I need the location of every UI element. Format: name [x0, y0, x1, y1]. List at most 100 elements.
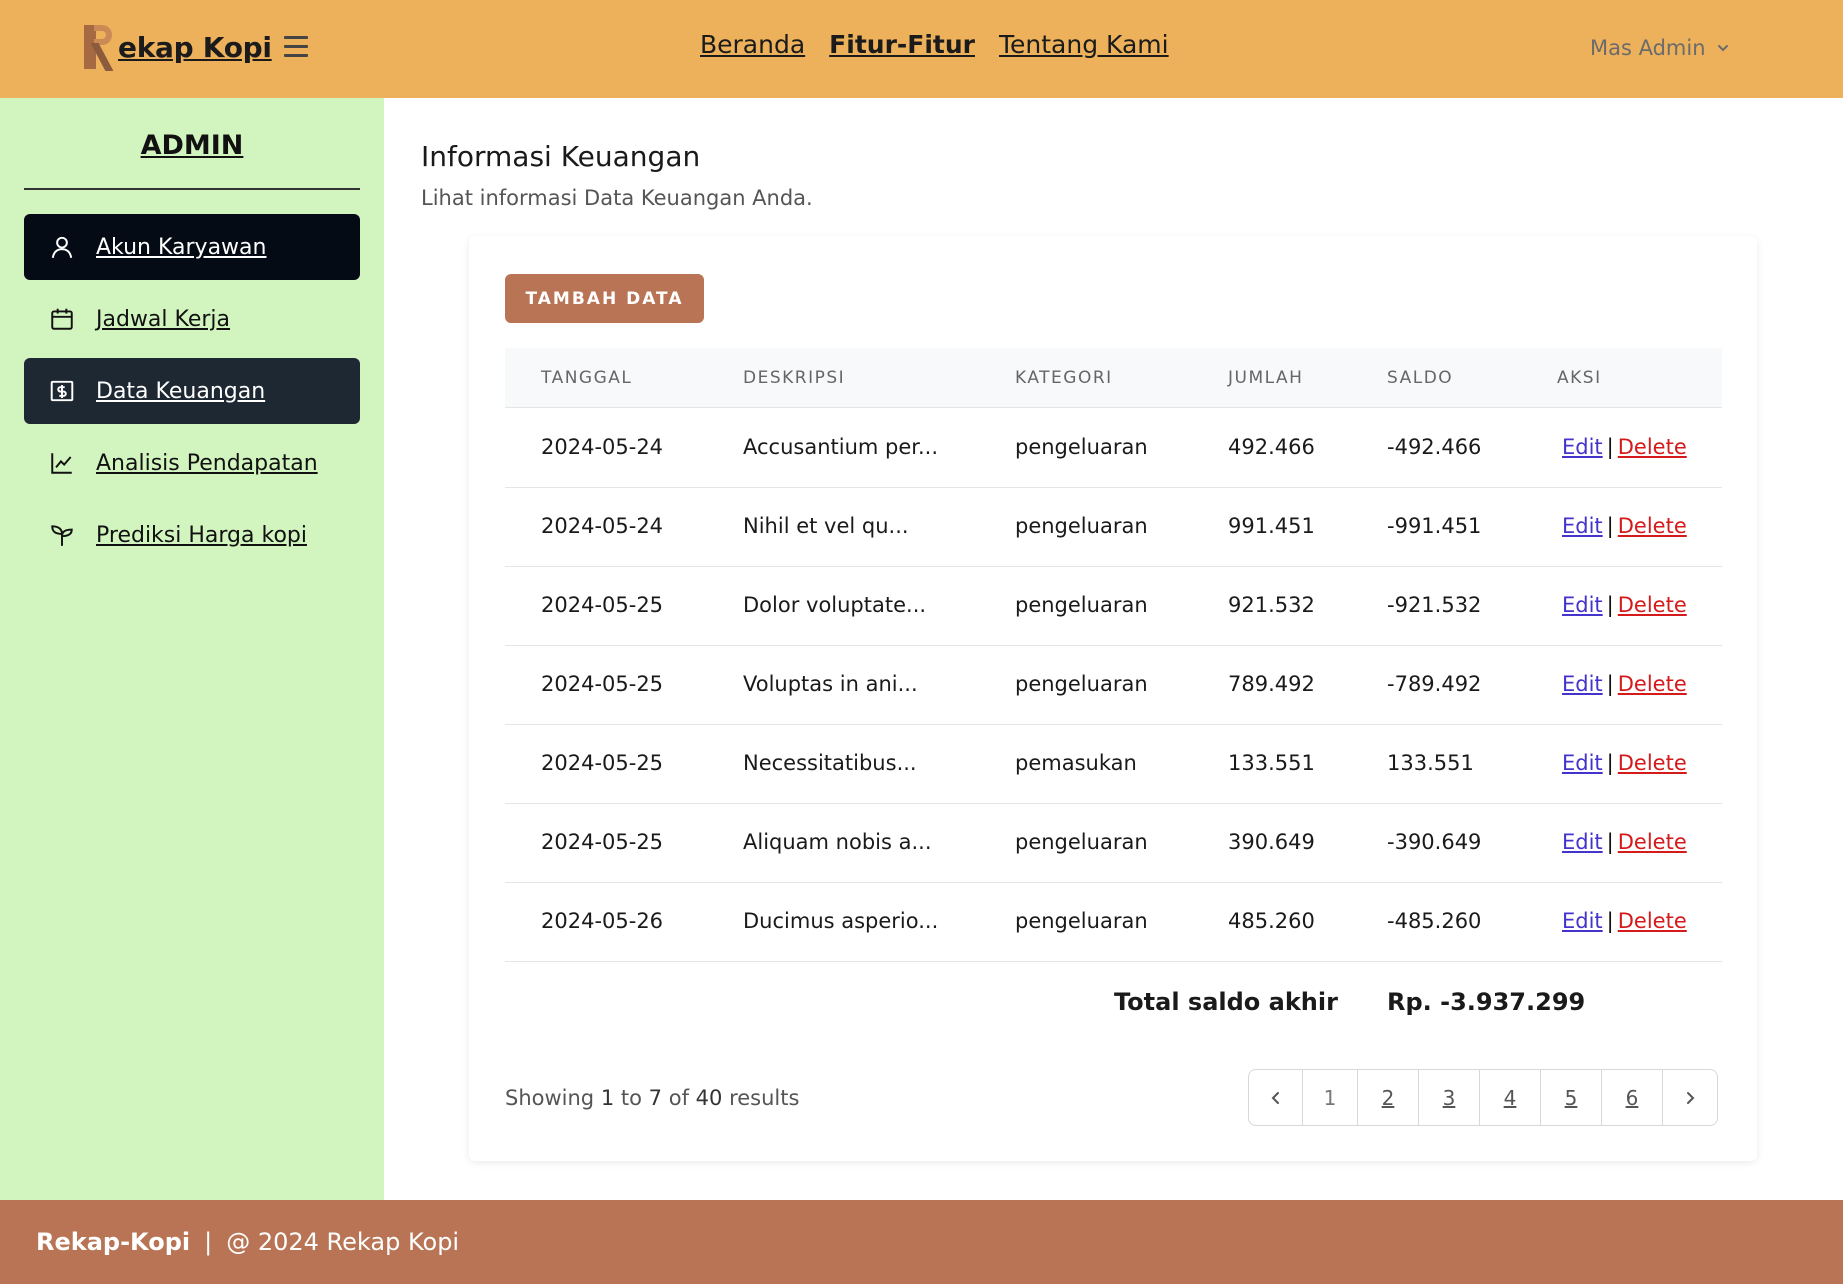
brand-logo-link[interactable]: ekap Kopi	[82, 22, 272, 72]
chevron-right-icon	[1687, 1091, 1695, 1104]
cell-tanggal: 2024-05-24	[541, 435, 664, 459]
cell-deskripsi: Accusantium per...	[743, 435, 939, 459]
cell-deskripsi: Necessitatibus...	[743, 751, 917, 775]
edit-link[interactable]: Edit	[1562, 751, 1603, 775]
sidebar-divider	[24, 188, 360, 190]
page-5-button[interactable]: 5	[1541, 1070, 1602, 1125]
cell-tanggal: 2024-05-26	[541, 909, 664, 933]
cell-tanggal: 2024-05-25	[541, 672, 664, 696]
action-separator: |	[1606, 435, 1614, 459]
user-menu-dropdown[interactable]: Mas Admin	[1590, 36, 1730, 60]
page-4-button[interactable]: 4	[1480, 1070, 1541, 1125]
sidebar-item-data-keuangan[interactable]: Data Keuangan	[24, 358, 360, 424]
cell-kategori: pengeluaran	[1015, 435, 1148, 459]
page-6-button[interactable]: 6	[1602, 1070, 1663, 1125]
table-row: 2024-05-24 Nihil et vel qu... pengeluara…	[505, 488, 1722, 567]
cell-deskripsi: Voluptas in ani...	[743, 672, 918, 696]
pagination-summary: Showing 1 to 7 of 40 results	[505, 1086, 799, 1110]
page-1-button[interactable]: 1	[1303, 1070, 1358, 1125]
page-2-button[interactable]: 2	[1358, 1070, 1419, 1125]
sidebar-item-label: Prediksi Harga kopi	[96, 522, 307, 548]
delete-link[interactable]: Delete	[1618, 909, 1687, 933]
next-page-button[interactable]	[1663, 1070, 1717, 1125]
action-separator: |	[1606, 751, 1614, 775]
table-row: 2024-05-24 Accusantium per... pengeluara…	[505, 409, 1722, 488]
column-header-kategori: KATEGORI	[1015, 368, 1113, 388]
showing-to-word: to	[620, 1086, 642, 1110]
delete-link[interactable]: Delete	[1618, 435, 1687, 459]
action-separator: |	[1606, 830, 1614, 854]
nav-tentang-kami[interactable]: Tentang Kami	[999, 30, 1169, 59]
footer-separator: |	[204, 1228, 213, 1256]
total-balance-value: Rp. -3.937.299	[1387, 988, 1586, 1016]
cell-saldo: -492.466	[1387, 435, 1482, 459]
cell-jumlah: 492.466	[1228, 435, 1315, 459]
cell-kategori: pengeluaran	[1015, 514, 1148, 538]
delete-link[interactable]: Delete	[1618, 830, 1687, 854]
footer-brand: Rekap-Kopi	[36, 1228, 191, 1256]
sidebar-item-akun-karyawan[interactable]: Akun Karyawan	[24, 214, 360, 280]
cell-kategori: pengeluaran	[1015, 672, 1148, 696]
showing-from: 1	[600, 1086, 615, 1110]
cell-jumlah: 485.260	[1228, 909, 1315, 933]
cell-tanggal: 2024-05-24	[541, 514, 664, 538]
cell-deskripsi: Nihil et vel qu...	[743, 514, 909, 538]
cell-tanggal: 2024-05-25	[541, 830, 664, 854]
sidebar-item-label: Analisis Pendapatan	[96, 450, 318, 476]
sprout-icon	[48, 521, 76, 549]
edit-link[interactable]: Edit	[1562, 672, 1603, 696]
delete-link[interactable]: Delete	[1618, 514, 1687, 538]
table-row: 2024-05-25 Aliquam nobis a... pengeluara…	[505, 804, 1722, 883]
table-row: 2024-05-25 Dolor voluptate... pengeluara…	[505, 567, 1722, 646]
row-actions: Edit | Delete	[1562, 593, 1687, 617]
edit-link[interactable]: Edit	[1562, 514, 1603, 538]
sidebar-item-prediksi-harga-kopi[interactable]: Prediksi Harga kopi	[24, 502, 360, 568]
table-row: 2024-05-26 Ducimus asperio... pengeluara…	[505, 883, 1722, 962]
edit-link[interactable]: Edit	[1562, 435, 1603, 459]
edit-link[interactable]: Edit	[1562, 909, 1603, 933]
cell-saldo: -921.532	[1387, 593, 1482, 617]
brand-name[interactable]: ekap Kopi	[118, 31, 272, 64]
edit-link[interactable]: Edit	[1562, 830, 1603, 854]
cell-jumlah: 133.551	[1228, 751, 1315, 775]
showing-of-word: of	[668, 1086, 689, 1110]
calendar-icon	[48, 305, 76, 333]
cell-deskripsi: Dolor voluptate...	[743, 593, 927, 617]
row-actions: Edit | Delete	[1562, 672, 1687, 696]
cell-saldo: -390.649	[1387, 830, 1482, 854]
cell-saldo: -789.492	[1387, 672, 1482, 696]
row-actions: Edit | Delete	[1562, 751, 1687, 775]
money-icon	[48, 377, 76, 405]
footer: Rekap-Kopi | @ 2024 Rekap Kopi	[0, 1200, 1843, 1284]
chevron-down-icon	[1717, 45, 1728, 52]
column-header-deskripsi: DESKRIPSI	[743, 368, 846, 388]
delete-link[interactable]: Delete	[1618, 672, 1687, 696]
cell-kategori: pengeluaran	[1015, 909, 1148, 933]
nav-fitur-fitur[interactable]: Fitur-Fitur	[829, 30, 975, 59]
add-data-button[interactable]: TAMBAH DATA	[505, 274, 704, 323]
cell-tanggal: 2024-05-25	[541, 593, 664, 617]
hamburger-menu-icon[interactable]	[284, 36, 308, 58]
user-icon	[48, 233, 76, 261]
cell-tanggal: 2024-05-25	[541, 751, 664, 775]
delete-link[interactable]: Delete	[1618, 593, 1687, 617]
showing-to: 7	[648, 1086, 663, 1110]
delete-link[interactable]: Delete	[1618, 751, 1687, 775]
row-actions: Edit | Delete	[1562, 514, 1687, 538]
footer-copyright: @ 2024 Rekap Kopi	[226, 1228, 460, 1256]
showing-suffix: results	[729, 1086, 800, 1110]
sidebar-item-jadwal-kerja[interactable]: Jadwal Kerja	[24, 286, 360, 352]
page-3-button[interactable]: 3	[1419, 1070, 1480, 1125]
table-header: TANGGAL DESKRIPSI KATEGORI JUMLAH SALDO …	[505, 348, 1722, 408]
cell-deskripsi: Ducimus asperio...	[743, 909, 939, 933]
edit-link[interactable]: Edit	[1562, 593, 1603, 617]
column-header-aksi: AKSI	[1557, 368, 1602, 388]
action-separator: |	[1606, 514, 1614, 538]
sidebar-item-analisis-pendapatan[interactable]: Analisis Pendapatan	[24, 430, 360, 496]
sidebar-item-label: Data Keuangan	[96, 378, 266, 404]
nav-beranda[interactable]: Beranda	[700, 30, 805, 59]
prev-page-button[interactable]	[1249, 1070, 1303, 1125]
column-header-tanggal: TANGGAL	[541, 368, 633, 388]
column-header-jumlah: JUMLAH	[1228, 368, 1304, 388]
page-subtitle: Lihat informasi Data Keuangan Anda.	[421, 186, 813, 210]
